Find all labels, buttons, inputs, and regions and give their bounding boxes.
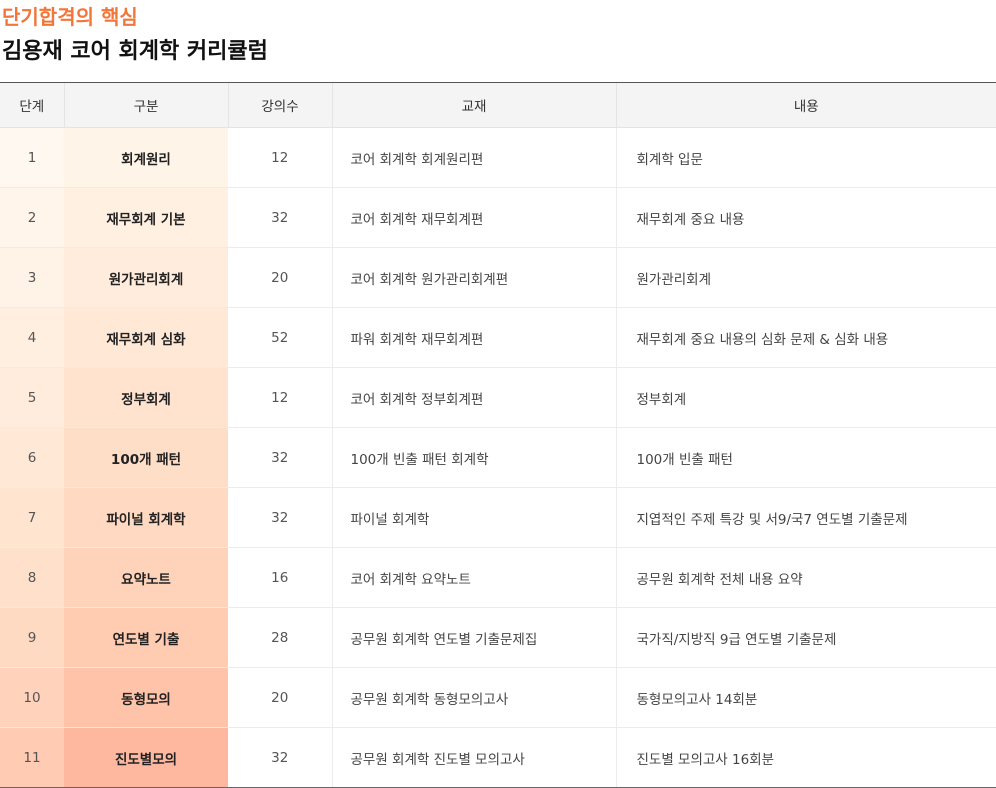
content-cell: 동형모의고사 14회분 [615,667,996,728]
page-subtitle: 단기합격의 핵심 [2,5,138,29]
textbook-cell: 공무원 회계학 연도별 기출문제집 [331,607,616,668]
content-cell: 정부회계 [615,367,996,428]
table-row: 11 진도별모의 32 공무원 회계학 진도별 모의고사 진도별 모의고사 16… [0,727,996,788]
curriculum-table: 단계 구분 강의수 교재 내용 1 회계원리 12 코어 회계학 회계원리편 회… [0,82,996,788]
textbook-cell: 공무원 회계학 진도별 모의고사 [331,727,616,788]
content-cell: 재무회계 중요 내용의 심화 문제 & 심화 내용 [615,307,996,368]
table-row: 8 요약노트 16 코어 회계학 요약노트 공무원 회계학 전체 내용 요약 [0,547,996,608]
lecture-count-cell: 12 [228,367,332,428]
textbook-cell: 파이널 회계학 [331,487,616,548]
table-header-row: 단계 구분 강의수 교재 내용 [0,82,996,128]
step-cell: 5 [0,367,64,428]
column-header-book: 교재 [331,82,616,128]
step-cell: 9 [0,607,64,668]
lecture-count-cell: 16 [228,547,332,608]
step-cell: 7 [0,487,64,548]
table-body: 1 회계원리 12 코어 회계학 회계원리편 회계학 입문 2 재무회계 기본 … [0,127,996,788]
textbook-cell: 코어 회계학 회계원리편 [331,127,616,188]
lecture-count-cell: 28 [228,607,332,668]
course-name-cell: 원가관리회계 [64,247,228,308]
content-cell: 100개 빈출 패턴 [615,427,996,488]
content-cell: 공무원 회계학 전체 내용 요약 [615,547,996,608]
page-title: 김용재 코어 회계학 커리큘럼 [2,39,268,64]
content-cell: 지엽적인 주제 특강 및 서9/국7 연도별 기출문제 [615,487,996,548]
lecture-count-cell: 20 [228,247,332,308]
content-cell: 국가직/지방직 9급 연도별 기출문제 [615,607,996,668]
table-row: 1 회계원리 12 코어 회계학 회계원리편 회계학 입문 [0,127,996,188]
course-name-cell: 파이널 회계학 [64,487,228,548]
lecture-count-cell: 32 [228,727,332,788]
content-cell: 원가관리회계 [615,247,996,308]
step-cell: 4 [0,307,64,368]
course-name-cell: 요약노트 [64,547,228,608]
column-header-desc: 내용 [615,82,996,128]
column-header-count: 강의수 [227,82,332,128]
content-cell: 재무회계 중요 내용 [615,187,996,248]
lecture-count-cell: 20 [228,667,332,728]
course-name-cell: 진도별모의 [64,727,228,788]
course-name-cell: 회계원리 [64,127,228,188]
course-name-cell: 동형모의 [64,667,228,728]
step-cell: 6 [0,427,64,488]
table-row: 5 정부회계 12 코어 회계학 정부회계편 정부회계 [0,367,996,428]
header: 단기합격의 핵심 김용재 코어 회계학 커리큘럼 [2,0,268,64]
lecture-count-cell: 32 [228,427,332,488]
step-cell: 3 [0,247,64,308]
textbook-cell: 공무원 회계학 동형모의고사 [331,667,616,728]
table-row: 6 100개 패턴 32 100개 빈출 패턴 회계학 100개 빈출 패턴 [0,427,996,488]
step-cell: 1 [0,127,64,188]
textbook-cell: 코어 회계학 재무회계편 [331,187,616,248]
content-cell: 진도별 모의고사 16회분 [615,727,996,788]
lecture-count-cell: 52 [228,307,332,368]
textbook-cell: 100개 빈출 패턴 회계학 [331,427,616,488]
textbook-cell: 파워 회계학 재무회계편 [331,307,616,368]
table-row: 2 재무회계 기본 32 코어 회계학 재무회계편 재무회계 중요 내용 [0,187,996,248]
step-cell: 2 [0,187,64,248]
content-cell: 회계학 입문 [615,127,996,188]
table-row: 9 연도별 기출 28 공무원 회계학 연도별 기출문제집 국가직/지방직 9급… [0,607,996,668]
course-name-cell: 재무회계 심화 [64,307,228,368]
table-row: 7 파이널 회계학 32 파이널 회계학 지엽적인 주제 특강 및 서9/국7 … [0,487,996,548]
textbook-cell: 코어 회계학 요약노트 [331,547,616,608]
column-header-name: 구분 [63,82,228,128]
table-row: 10 동형모의 20 공무원 회계학 동형모의고사 동형모의고사 14회분 [0,667,996,728]
textbook-cell: 코어 회계학 원가관리회계편 [331,247,616,308]
step-cell: 11 [0,727,64,788]
course-name-cell: 재무회계 기본 [64,187,228,248]
step-cell: 10 [0,667,64,728]
lecture-count-cell: 12 [228,127,332,188]
course-name-cell: 100개 패턴 [64,427,228,488]
textbook-cell: 코어 회계학 정부회계편 [331,367,616,428]
course-name-cell: 연도별 기출 [64,607,228,668]
column-header-step: 단계 [0,82,64,128]
step-cell: 8 [0,547,64,608]
course-name-cell: 정부회계 [64,367,228,428]
table-row: 3 원가관리회계 20 코어 회계학 원가관리회계편 원가관리회계 [0,247,996,308]
lecture-count-cell: 32 [228,487,332,548]
lecture-count-cell: 32 [228,187,332,248]
table-row: 4 재무회계 심화 52 파워 회계학 재무회계편 재무회계 중요 내용의 심화… [0,307,996,368]
